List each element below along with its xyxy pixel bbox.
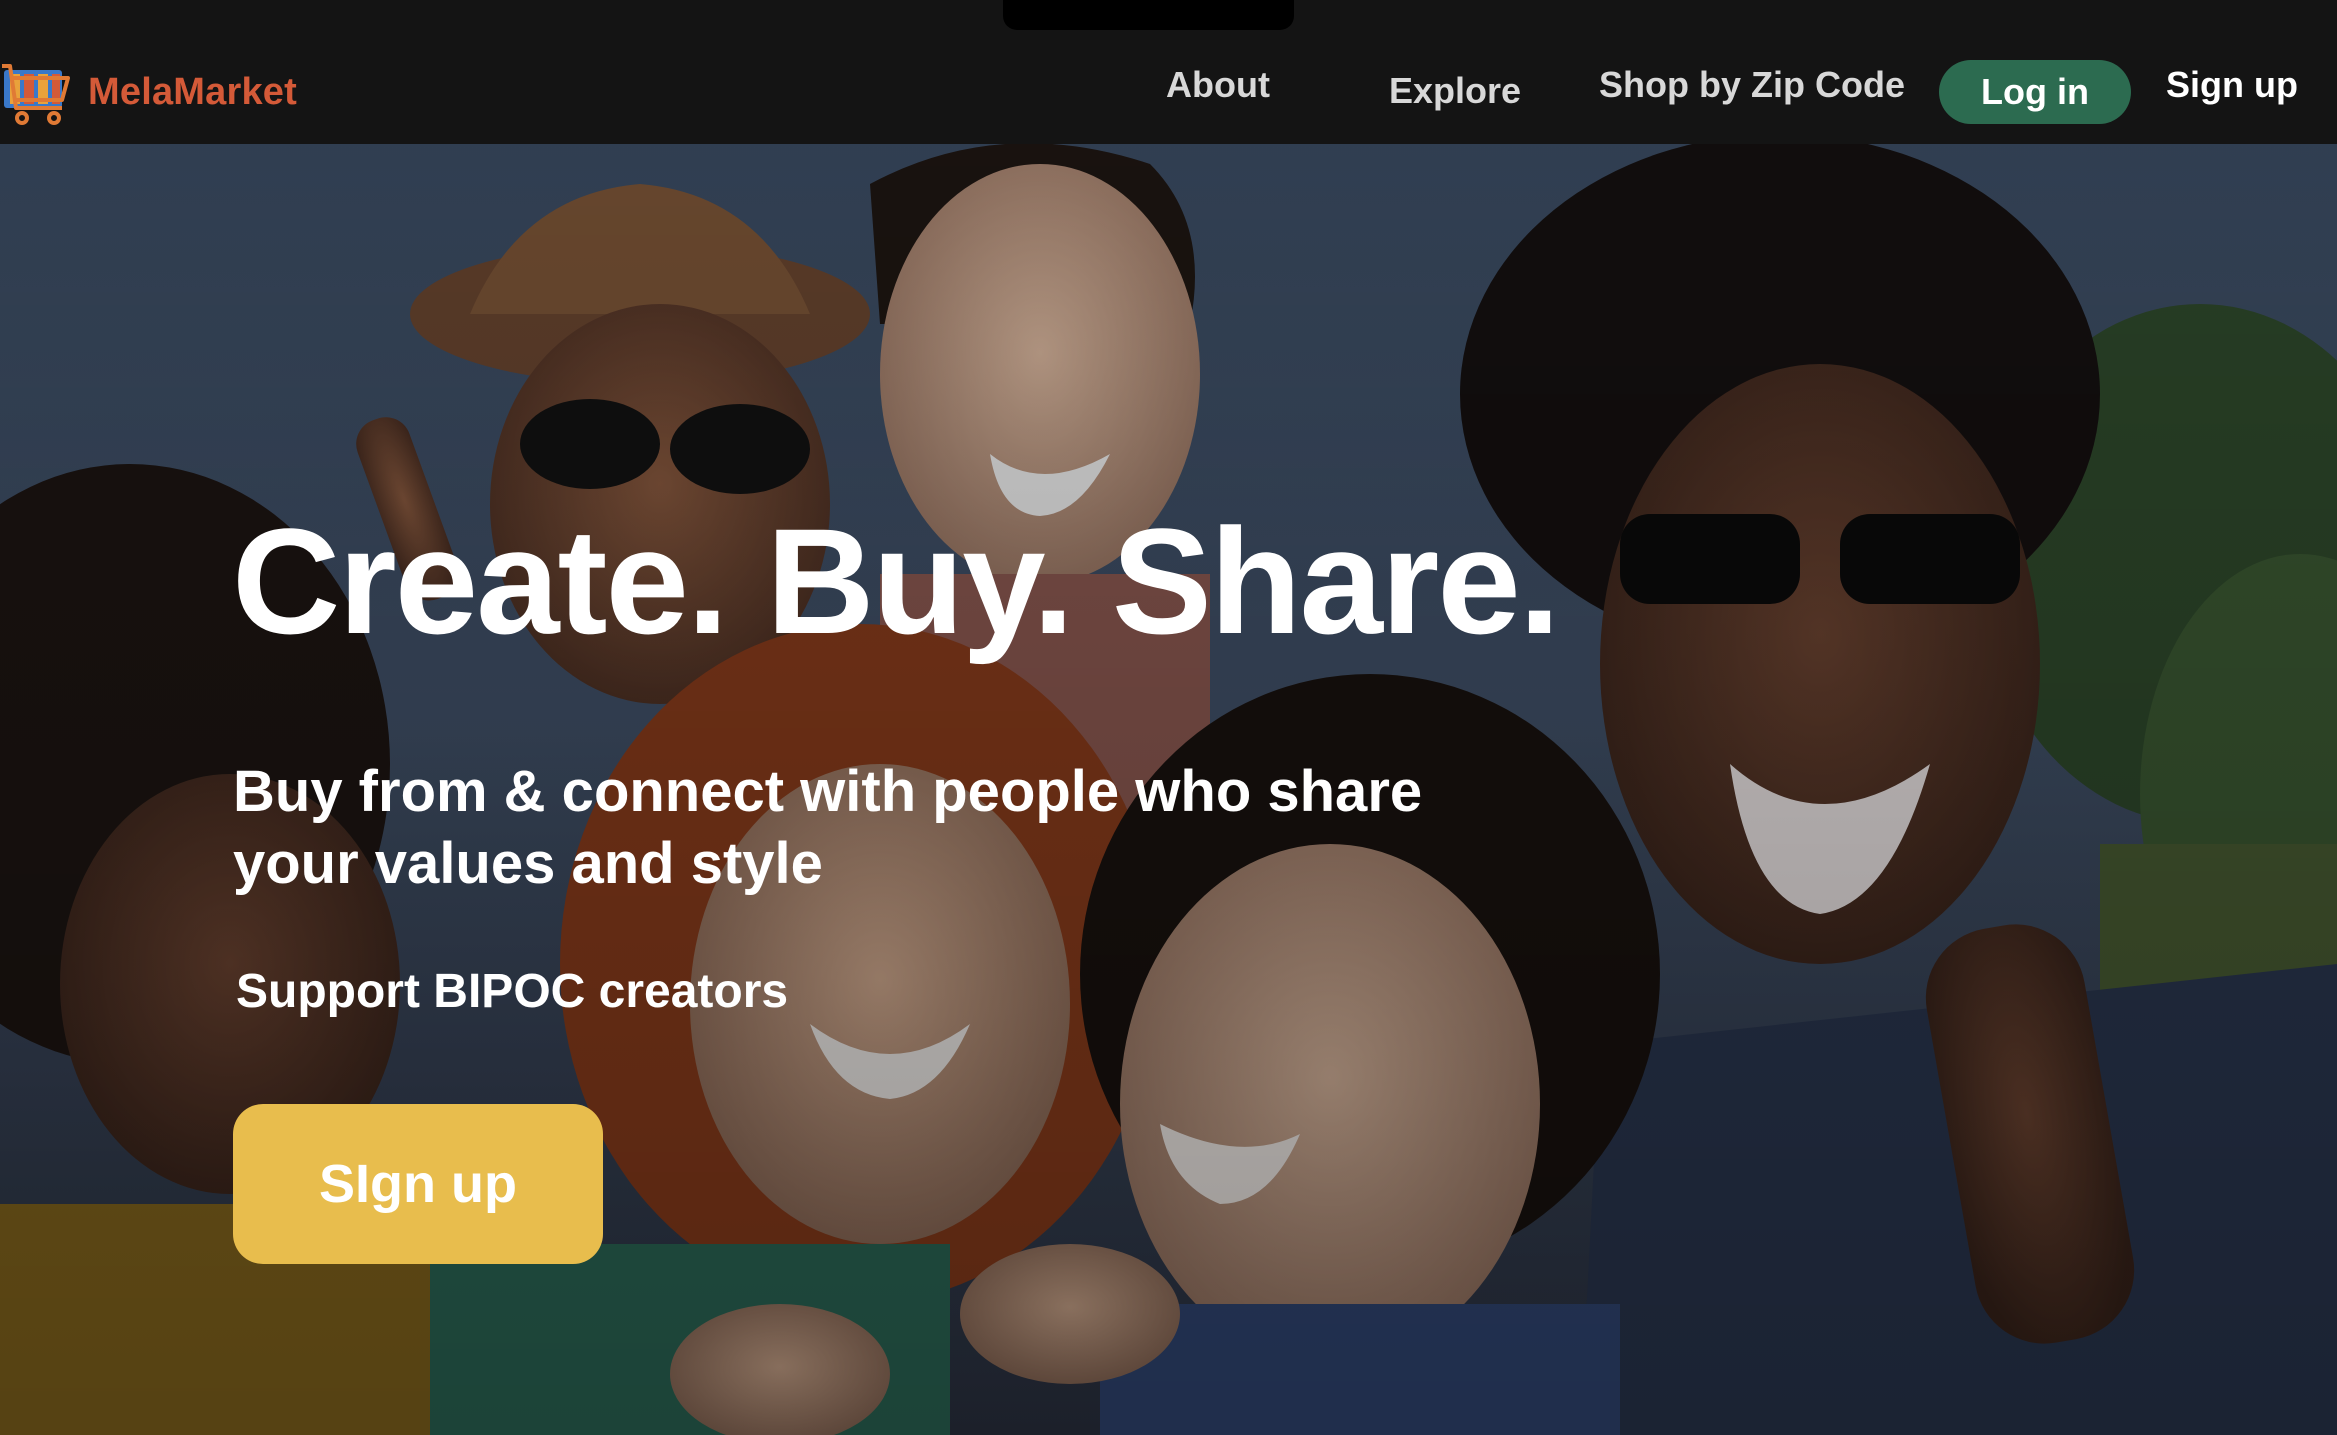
shopping-cart-icon <box>2 64 70 125</box>
page: MelaMarket About Explore Shop by Zip Cod… <box>0 0 2337 1435</box>
hero-section: Create. Buy. Share. Buy from & connect w… <box>0 144 2337 1435</box>
nav-shop-by-zip-link[interactable]: Shop by Zip Code <box>1599 64 1905 106</box>
nav-signup-link[interactable]: Sign up <box>2166 64 2298 106</box>
hero-signup-button[interactable]: SIgn up <box>233 1104 603 1264</box>
hero-title: Create. Buy. Share. <box>232 497 1560 665</box>
nav-about-link[interactable]: About <box>1166 64 1270 106</box>
brand-name: MelaMarket <box>88 70 297 113</box>
nav-explore-link[interactable]: Explore <box>1389 70 1521 112</box>
hero-support-text: Support BIPOC creators <box>236 965 789 1018</box>
login-button[interactable]: Log in <box>1939 60 2131 124</box>
camera-notch <box>1003 0 1294 30</box>
hero-subtitle: Buy from & connect with people who share… <box>233 759 1423 896</box>
brand[interactable]: MelaMarket <box>0 58 297 126</box>
